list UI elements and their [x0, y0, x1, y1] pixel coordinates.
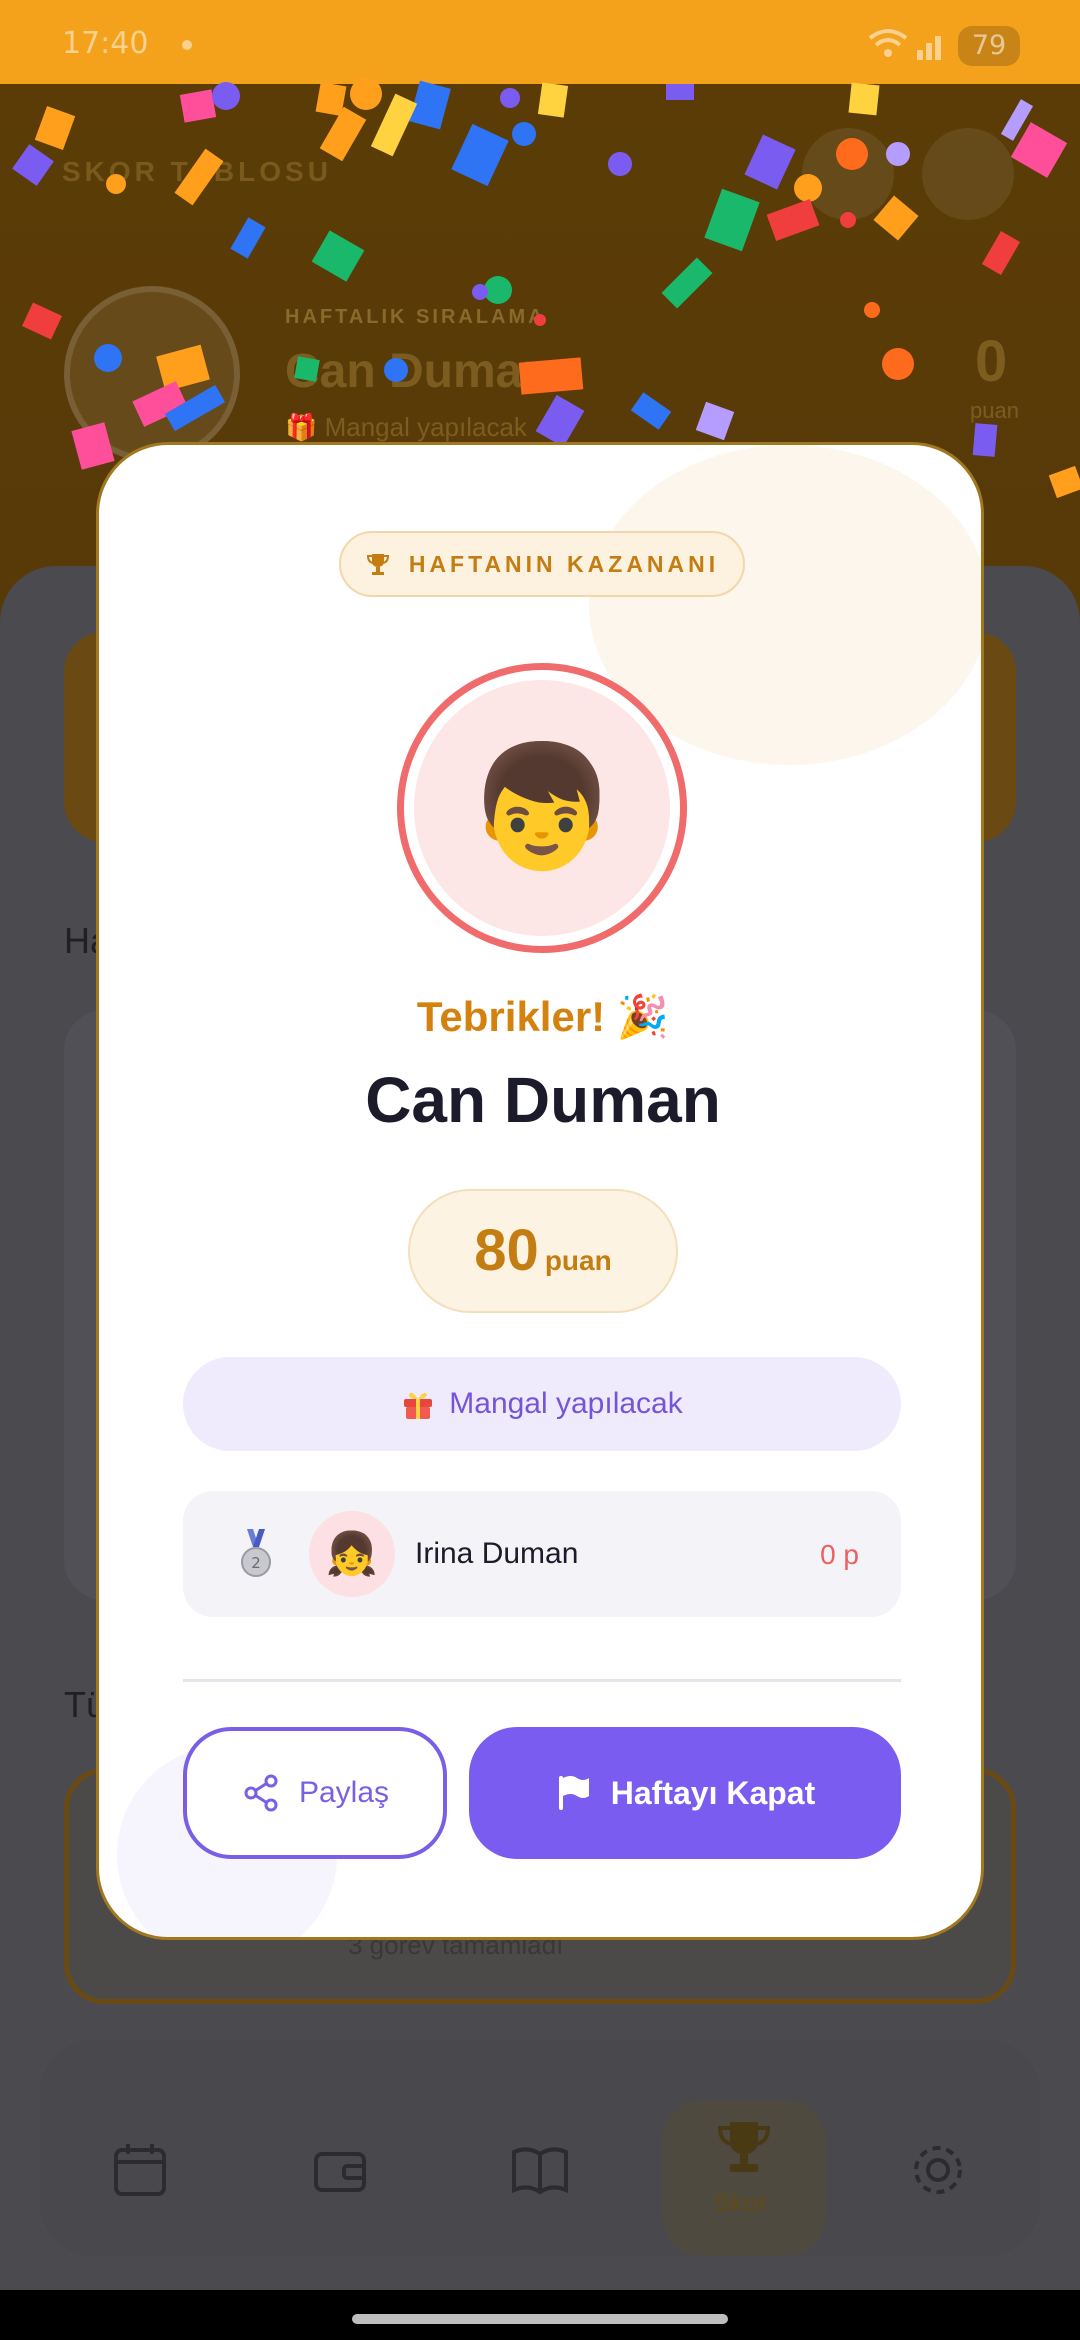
winner-score: 80 puan	[408, 1189, 678, 1313]
nav-label-skor: Skor	[714, 2190, 768, 2217]
runner-up-row: 2 👧 Irina Duman 0 p	[183, 1491, 901, 1617]
notification-dot	[182, 40, 192, 50]
weekly-winner-dialog: HAFTANIN KAZANANI 👦 Tebrikler! 🎉 Can Dum…	[96, 442, 984, 1940]
stats-button[interactable]	[802, 128, 894, 220]
silver-medal-icon: 2	[241, 1529, 271, 1577]
close-week-label: Haftayı Kapat	[610, 1774, 816, 1811]
trophy-icon[interactable]	[714, 2116, 774, 2176]
close-week-button[interactable]: Haftayı Kapat	[469, 1727, 901, 1859]
calendar-icon[interactable]	[110, 2140, 170, 2200]
reward-pill: Mangal yapılacak	[183, 1357, 901, 1451]
share-icon	[244, 1774, 278, 1812]
score-unit: puan	[544, 1245, 612, 1276]
badge-label: HAFTANIN KAZANANI	[408, 550, 720, 577]
flag-icon	[558, 1776, 589, 1810]
week-winner-badge: HAFTANIN KAZANANI	[339, 531, 745, 597]
battery-icon: 79	[958, 26, 1020, 66]
score-value: 80	[474, 1218, 539, 1283]
gift-icon	[404, 1392, 433, 1419]
reward-label: Mangal yapılacak	[449, 1387, 683, 1420]
divider	[183, 1679, 901, 1682]
leader-name: Can Duman	[285, 345, 552, 398]
status-bar: 17:40 79	[0, 0, 1080, 84]
status-time: 17:40	[62, 26, 149, 61]
leader-reward: 🎁 Mangal yapılacak	[285, 412, 527, 442]
trophy-icon	[366, 554, 389, 575]
leader-avatar	[64, 286, 240, 462]
winner-name: Can Duman	[365, 1064, 721, 1136]
runner-up-avatar: 👧	[309, 1511, 395, 1597]
page-title: SKOR TABLOSU	[62, 156, 332, 187]
book-icon[interactable]	[510, 2140, 570, 2200]
gear-icon[interactable]	[908, 2140, 968, 2200]
wifi-icon	[868, 29, 908, 57]
share-label: Paylaş	[298, 1776, 390, 1809]
runner-up-points: 0 p	[820, 1539, 859, 1570]
share-button[interactable]: Paylaş	[183, 1727, 447, 1859]
congrats-text: Tebrikler! 🎉	[416, 993, 670, 1040]
home-indicator[interactable]	[352, 2314, 728, 2324]
runner-up-name: Irina Duman	[415, 1537, 579, 1570]
weekly-ranking-label: HAFTALIK SIRALAMA	[285, 306, 546, 328]
leader-points: 0	[975, 329, 1008, 394]
signal-icon	[917, 36, 941, 60]
settings-button[interactable]	[922, 128, 1014, 220]
wallet-icon[interactable]	[310, 2140, 370, 2200]
winner-avatar: 👦	[397, 663, 687, 953]
leader-points-label: puan	[970, 398, 1019, 423]
winner-avatar-emoji: 👦	[414, 680, 670, 936]
svg-text:2: 2	[251, 1554, 261, 1572]
